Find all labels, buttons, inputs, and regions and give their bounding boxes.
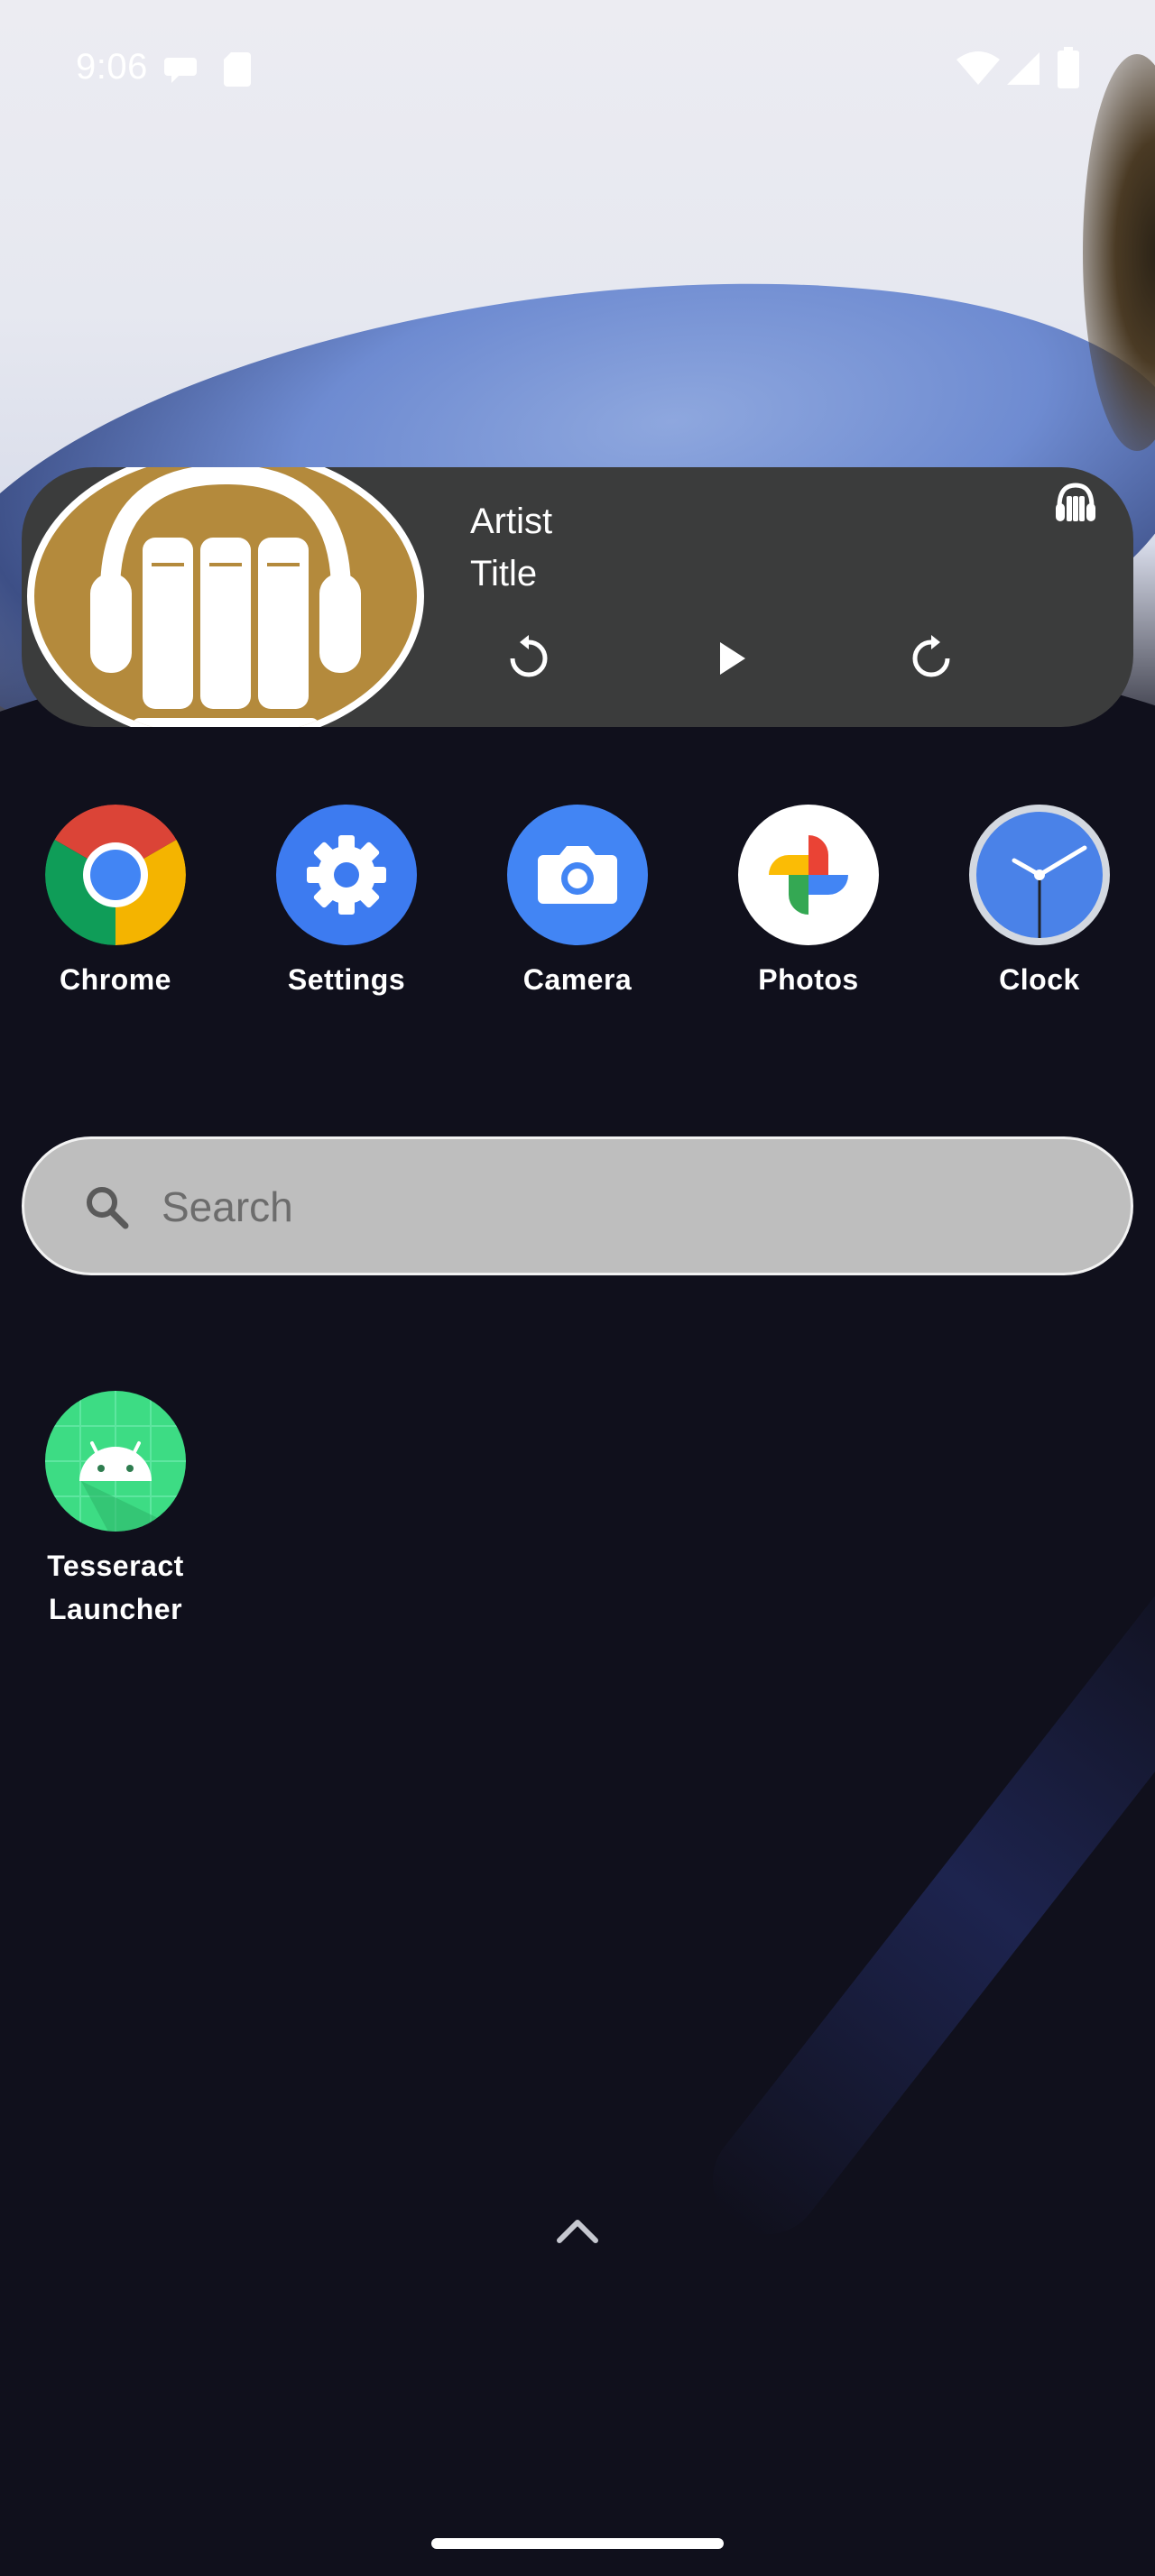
gesture-nav-handle[interactable] (431, 2538, 724, 2549)
cellular-signal-icon (1007, 52, 1040, 85)
media-title: Title (470, 554, 538, 593)
rewind-icon (510, 635, 548, 677)
photos-pinwheel-icon (738, 805, 879, 945)
wifi-icon (956, 51, 1000, 85)
fast-forward-button[interactable] (895, 622, 967, 695)
audiobook-headphones-icon (1056, 483, 1095, 521)
chat-bubble-icon (164, 58, 197, 83)
chevron-up-icon[interactable] (554, 2208, 601, 2255)
app-label: Photos (758, 963, 859, 996)
app-tesseract-launcher[interactable]: Tesseract Launcher (25, 1391, 206, 1631)
android-icon (45, 1391, 186, 1532)
audiobook-album-art-icon (90, 467, 361, 727)
sd-card-icon (224, 52, 251, 87)
gear-icon (276, 805, 417, 945)
search-input[interactable] (162, 1175, 1064, 1238)
rewind-button[interactable] (493, 622, 565, 695)
status-bar: 9:06 (0, 0, 1155, 135)
app-chrome[interactable]: Chrome (25, 805, 206, 1001)
search-bar[interactable] (22, 1136, 1133, 1275)
battery-icon (1058, 47, 1079, 88)
app-clock[interactable]: Clock (949, 805, 1130, 1001)
app-label-line1: Tesseract (47, 1550, 184, 1582)
app-label: Chrome (60, 963, 171, 996)
app-camera[interactable]: Camera (487, 805, 668, 1001)
app-settings[interactable]: Settings (256, 805, 437, 1001)
status-time: 9:06 (76, 47, 148, 87)
album-art[interactable] (27, 467, 424, 727)
media-player-widget[interactable]: Artist Title (22, 467, 1133, 727)
app-label-line2: Launcher (48, 1593, 183, 1625)
wallpaper (0, 0, 1155, 2576)
chrome-icon (45, 805, 186, 945)
app-label: Settings (287, 963, 406, 996)
play-button[interactable] (695, 622, 767, 695)
app-label: Camera (522, 963, 633, 996)
play-icon (720, 642, 745, 675)
app-photos[interactable]: Photos (718, 805, 899, 1001)
fast-forward-icon (912, 635, 950, 677)
camera-icon (507, 805, 648, 945)
search-icon (87, 1187, 129, 1229)
clock-icon (969, 805, 1110, 945)
media-artist: Artist (470, 501, 553, 541)
app-label: Clock (999, 963, 1080, 996)
